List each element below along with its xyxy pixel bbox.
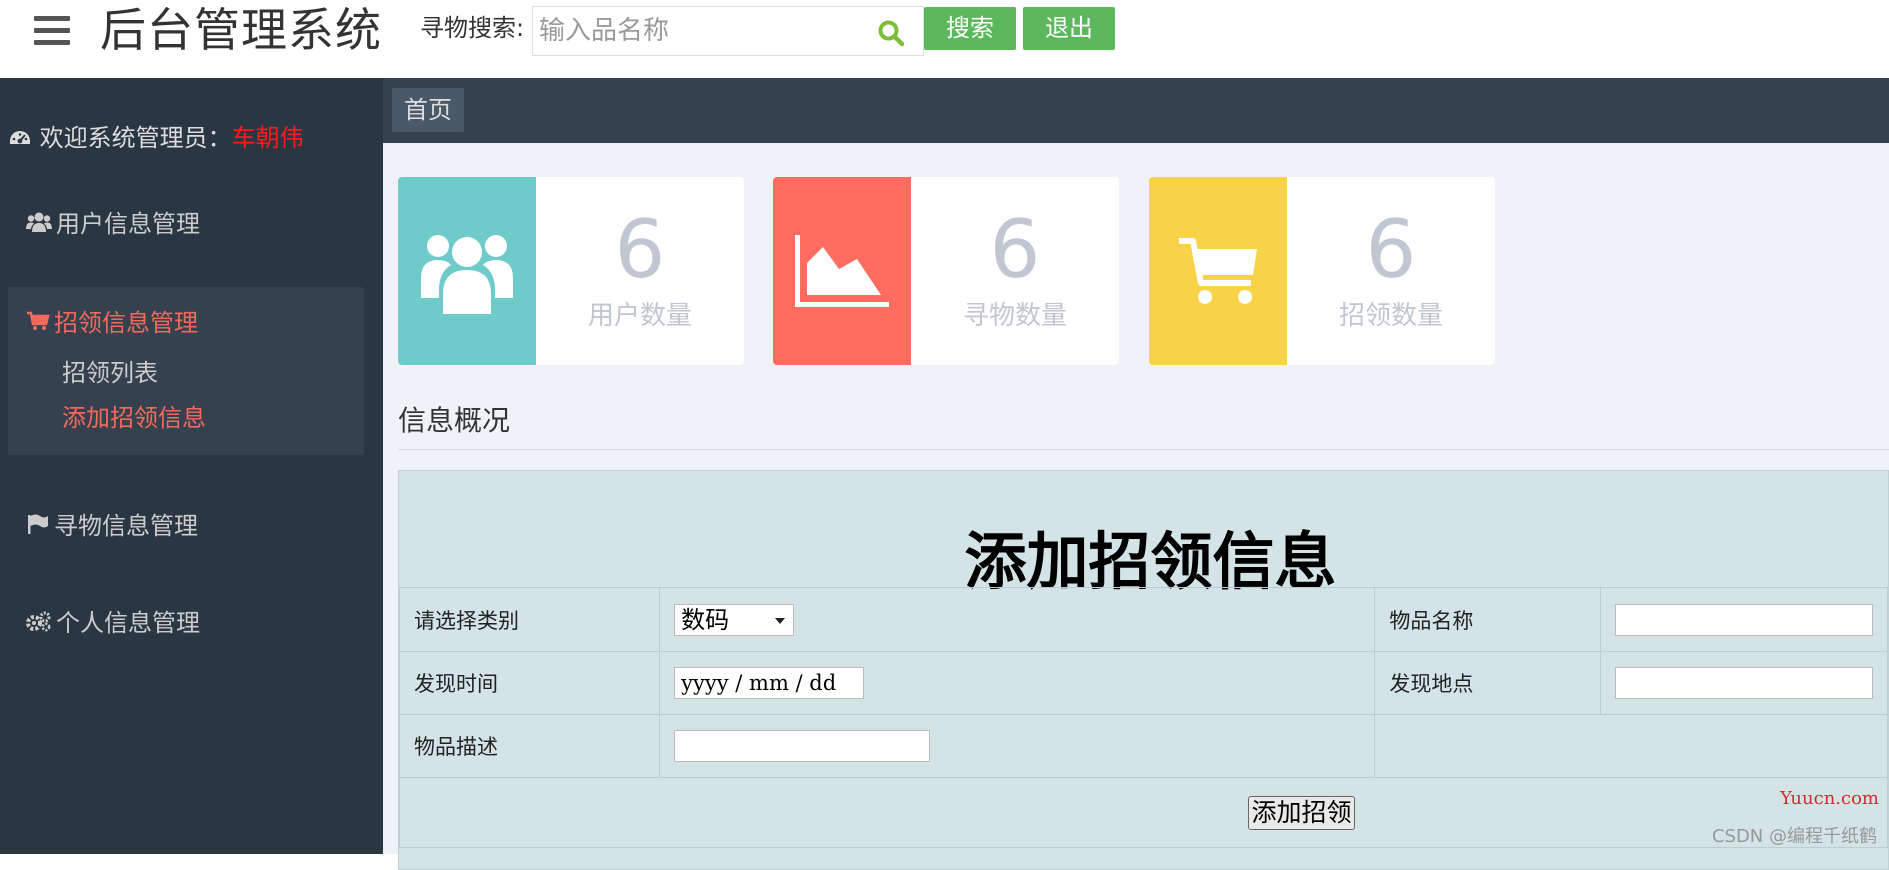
item-name-cell <box>1599 587 1889 652</box>
found-place-cell <box>1599 651 1889 715</box>
sidebar-group-claims: 招领信息管理 招领列表 添加招领信息 <box>8 287 364 455</box>
stat-card-users[interactable]: 6 用户数量 <box>398 177 744 365</box>
sidebar-subitem-add-claim[interactable]: 添加招领信息 <box>62 398 206 433</box>
sidebar-item-label: 个人信息管理 <box>56 609 200 637</box>
category-cell: 数码 <box>659 587 1376 652</box>
menu-toggle-icon[interactable] <box>34 16 70 48</box>
username: 车朝伟 <box>231 124 304 152</box>
stat-icon-bg <box>773 177 911 365</box>
author-watermark: CSDN @编程千纸鹤 <box>1711 826 1877 847</box>
add-claim-form: 添加招领信息 请选择类别 数码 物品名称 发现时间 yyyy / mm / dd… <box>398 470 1889 870</box>
description-field[interactable] <box>674 730 931 762</box>
found-time-label: 发现时间 <box>398 651 661 715</box>
welcome-prefix: 欢迎系统管理员： <box>39 124 232 152</box>
description-cell <box>659 714 1376 778</box>
stat-value: 6 <box>614 203 666 296</box>
stat-card-lost-items[interactable]: 6 寻物数量 <box>773 177 1119 365</box>
stat-label: 招领数量 <box>1338 301 1443 331</box>
flag-icon <box>28 514 48 534</box>
gears-icon <box>26 611 51 631</box>
category-label: 请选择类别 <box>398 587 661 652</box>
main-content: 6 用户数量 6 寻物数量 6 招领数量 信息概况 添加招领信息 请选择类别 数… <box>383 143 1889 870</box>
section-divider <box>398 449 1889 450</box>
stat-value: 6 <box>1365 203 1417 296</box>
top-bar: 后台管理系统 寻物搜索: 搜索 退出 <box>0 0 1889 78</box>
empty-cell <box>1374 714 1888 778</box>
stat-icon-bg <box>398 177 536 365</box>
stat-value: 6 <box>989 203 1041 296</box>
logout-button[interactable]: 退出 <box>1023 7 1115 50</box>
search-icon[interactable] <box>877 19 905 47</box>
found-time-date-input[interactable]: yyyy / mm / dd <box>674 667 865 699</box>
sidebar-item-lost-items[interactable]: 寻物信息管理 <box>26 506 198 541</box>
category-select[interactable]: 数码 <box>674 603 795 636</box>
form-table: 请选择类别 数码 物品名称 发现时间 yyyy / mm / dd 发现地点 物… <box>398 587 1889 848</box>
found-place-label: 发现地点 <box>1374 651 1601 715</box>
search-box <box>532 6 924 56</box>
app-title: 后台管理系统 <box>100 3 382 57</box>
category-selected-value: 数码 <box>681 605 730 634</box>
add-claim-submit-button[interactable]: 添加招领 <box>1248 795 1355 830</box>
stat-card-claims[interactable]: 6 招领数量 <box>1149 177 1495 365</box>
users-icon <box>26 212 52 232</box>
found-place-field[interactable] <box>1614 667 1873 699</box>
sidebar-item-profile[interactable]: 个人信息管理 <box>26 603 200 638</box>
area-chart-icon <box>795 235 889 307</box>
sidebar-subitem-claim-list[interactable]: 招领列表 <box>62 353 158 388</box>
shopping-cart-icon <box>27 311 50 330</box>
breadcrumb-home[interactable]: 首页 <box>392 88 464 132</box>
dashboard-icon <box>10 131 30 144</box>
breadcrumb-bar: 首页 <box>383 78 1889 143</box>
shopping-cart-icon <box>1179 238 1257 304</box>
welcome-message: 欢迎系统管理员：车朝伟 <box>8 118 304 153</box>
search-label: 寻物搜索: <box>420 14 525 42</box>
stat-label: 寻物数量 <box>962 301 1067 331</box>
chevron-down-icon <box>775 617 786 624</box>
stat-label: 用户数量 <box>587 301 692 331</box>
submit-cell: 添加招领 <box>399 777 1888 848</box>
users-icon <box>421 235 513 314</box>
found-time-cell: yyyy / mm / dd <box>659 651 1376 715</box>
item-name-label: 物品名称 <box>1374 587 1601 652</box>
search-input[interactable] <box>539 15 869 47</box>
search-button[interactable]: 搜索 <box>924 7 1016 50</box>
sidebar-item-users[interactable]: 用户信息管理 <box>26 204 200 239</box>
sidebar: 欢迎系统管理员：车朝伟 用户信息管理 招领信息管理 招领列表 添加招领信息 寻物… <box>0 78 383 854</box>
sidebar-item-label: 用户信息管理 <box>56 210 200 238</box>
section-title: 信息概况 <box>398 404 511 437</box>
description-label: 物品描述 <box>398 714 661 778</box>
stat-icon-bg <box>1149 177 1287 365</box>
site-watermark: Yuucn.com <box>1780 788 1879 809</box>
item-name-field[interactable] <box>1614 603 1873 636</box>
sidebar-item-label: 招领信息管理 <box>54 309 198 337</box>
sidebar-item-label: 寻物信息管理 <box>54 512 198 540</box>
sidebar-item-claims[interactable]: 招领信息管理 <box>26 303 198 338</box>
